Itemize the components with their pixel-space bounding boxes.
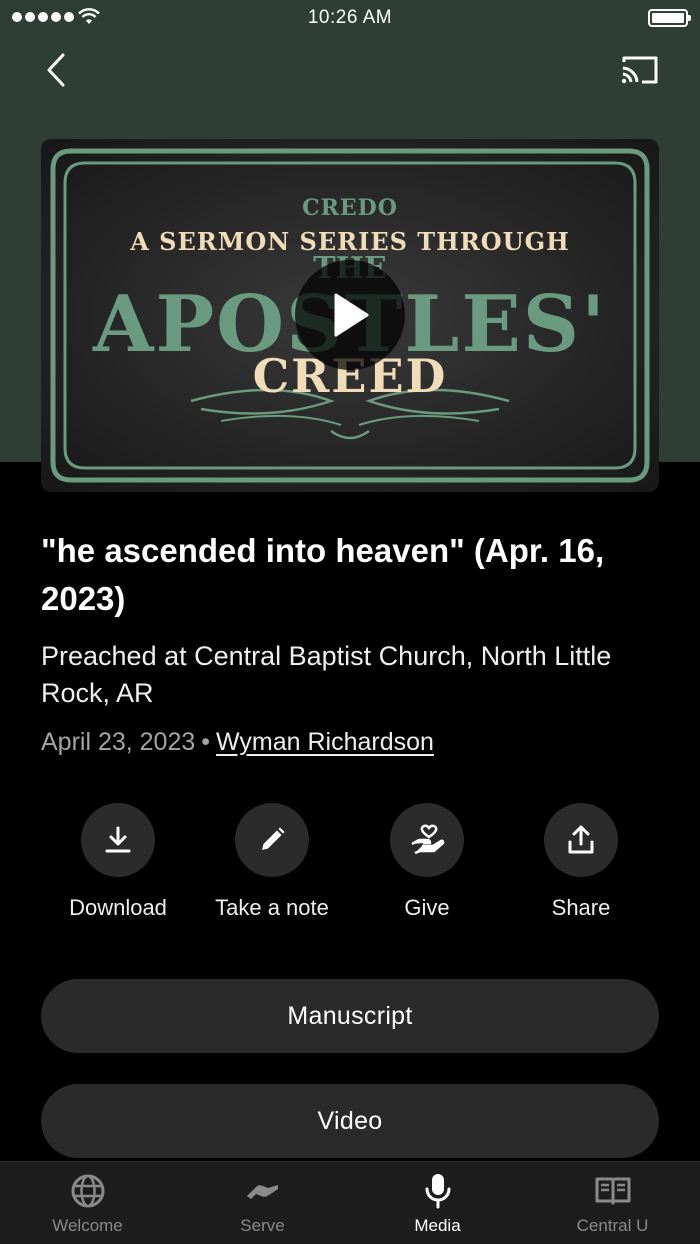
book-icon: [595, 1177, 630, 1205]
give-label: Give: [404, 895, 450, 920]
tab-media-label: Media: [414, 1216, 461, 1235]
meta-separator: •: [201, 728, 211, 756]
tab-serve-label: Serve: [240, 1216, 285, 1235]
artwork-credo-text: CREDO: [302, 195, 398, 221]
manuscript-button[interactable]: Manuscript: [41, 979, 659, 1053]
play-button[interactable]: [295, 260, 405, 370]
sermon-artwork: CREDO A SERMON SERIES THROUGH THE APOSTL…: [41, 139, 659, 492]
tab-bar: Welcome Serve Media Central U: [0, 1161, 700, 1244]
sermon-location: Preached at Central Baptist Church, Nort…: [41, 641, 612, 708]
tab-serve[interactable]: Serve: [175, 1162, 350, 1244]
share-button[interactable]: Share: [506, 803, 656, 921]
sermon-meta: April 23, 2023 • Wyman Richardson: [41, 728, 434, 757]
take-note-label: Take a note: [215, 895, 329, 920]
cast-icon: [621, 56, 658, 84]
tab-welcome[interactable]: Welcome: [0, 1162, 175, 1244]
author-link[interactable]: Wyman Richardson: [216, 728, 434, 756]
status-time: 10:26 AM: [307, 7, 393, 28]
pencil-icon: [262, 827, 285, 850]
sermon-date: April 23, 2023: [41, 728, 196, 756]
play-icon: [334, 293, 369, 337]
share-label: Share: [551, 895, 611, 920]
tab-welcome-label: Welcome: [52, 1216, 123, 1235]
download-button[interactable]: Download: [43, 803, 193, 921]
download-label: Download: [69, 895, 167, 920]
back-button[interactable]: [36, 50, 76, 90]
handshake-icon: [246, 1185, 278, 1199]
take-note-button[interactable]: Take a note: [197, 803, 347, 921]
status-bar: 10:26 AM: [0, 0, 700, 36]
video-button[interactable]: Video: [41, 1084, 659, 1158]
microphone-icon: [425, 1174, 450, 1209]
download-icon: [105, 826, 131, 853]
give-button[interactable]: Give: [352, 803, 502, 921]
tab-media[interactable]: Media: [350, 1162, 525, 1244]
give-heart-hand-icon: [411, 824, 445, 855]
share-icon: [568, 825, 594, 854]
globe-icon: [71, 1174, 104, 1208]
tab-central-u[interactable]: Central U: [525, 1162, 700, 1244]
sermon-title: "he ascended into heaven" (Apr. 16, 2023…: [41, 532, 605, 617]
cast-button[interactable]: [616, 50, 664, 90]
battery-icon: [648, 9, 691, 27]
tab-central-u-label: Central U: [576, 1216, 649, 1235]
chevron-left-icon: [47, 53, 65, 87]
